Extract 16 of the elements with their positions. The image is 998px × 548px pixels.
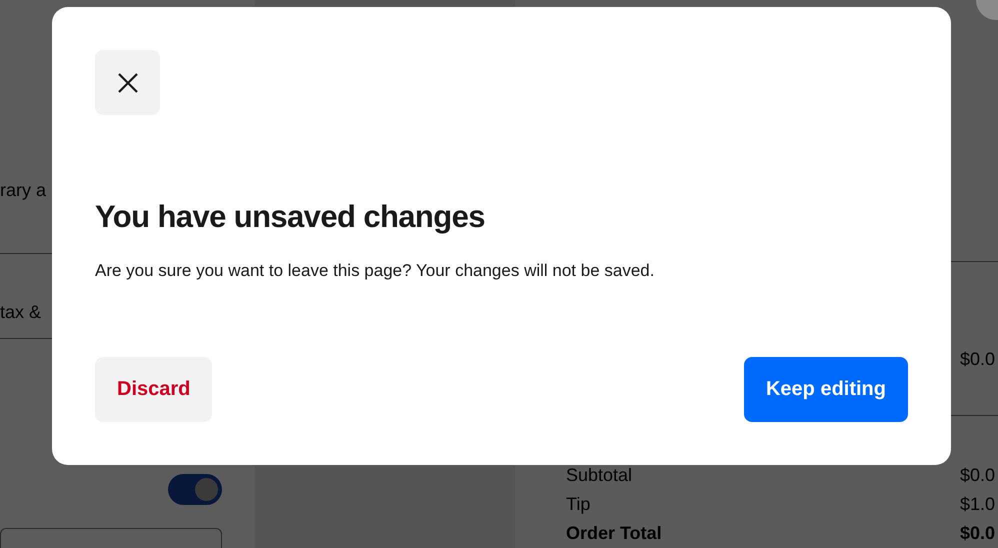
summary-value: $0.0	[960, 522, 995, 544]
summary-value: $0.0	[960, 348, 995, 370]
summary-value: $1.0	[960, 494, 995, 515]
toggle-switch[interactable]	[168, 474, 222, 505]
dialog-title: You have unsaved changes	[95, 198, 486, 236]
row-label: rary a	[0, 180, 48, 200]
dialog-message: Are you sure you want to leave this page? Your changes will not be saved.	[95, 260, 656, 282]
summary-label: Order Total	[566, 522, 662, 544]
discard-button[interactable]: Discard	[95, 357, 212, 422]
row-label: tax &	[0, 302, 42, 322]
summary-value: $0.0	[960, 464, 995, 486]
summary-label: Tip	[566, 494, 590, 515]
close-button[interactable]	[95, 50, 160, 115]
summary-label: Subtotal	[566, 464, 632, 486]
keep-editing-button[interactable]: Keep editing	[744, 357, 908, 422]
close-icon	[116, 72, 138, 94]
